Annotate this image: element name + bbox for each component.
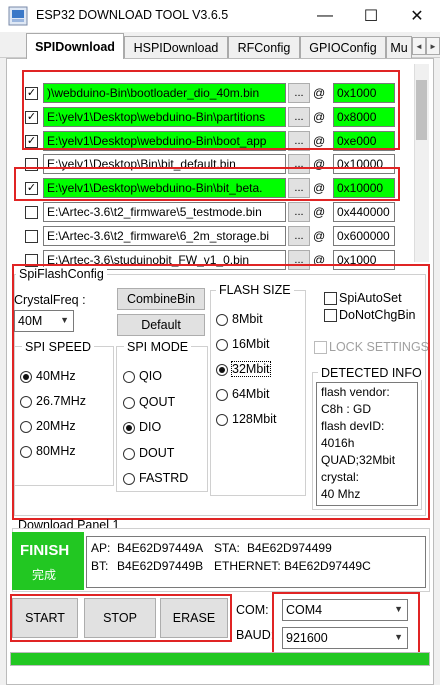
tab-more[interactable]: Mu	[386, 36, 412, 58]
tab-gpioconfig[interactable]: GPIOConfig	[300, 36, 386, 58]
file-checkbox[interactable]	[25, 230, 38, 243]
file-list-scroll-thumb[interactable]	[416, 80, 427, 140]
file-path-input[interactable]: E:\Artec-3.6\t2_firmware\6_2m_storage.bi	[43, 226, 286, 246]
address-input[interactable]: 0x440000	[333, 202, 395, 222]
address-input[interactable]: 0x600000	[333, 226, 395, 246]
ap-label: AP:	[91, 541, 111, 555]
minimize-button[interactable]: —	[302, 0, 348, 32]
close-button[interactable]: ✕	[394, 0, 440, 32]
sta-label: STA:	[214, 541, 240, 555]
tab-rfconfig[interactable]: RFConfig	[228, 36, 300, 58]
highlight-box-files	[22, 70, 400, 150]
ethernet-value: B4E62D97449C	[284, 559, 371, 573]
window-title: ESP32 DOWNLOAD TOOL V3.6.5	[36, 8, 229, 22]
status-subtext: 完成	[32, 568, 57, 582]
progress-fill	[11, 653, 429, 665]
progress-bar	[10, 652, 430, 666]
maximize-button[interactable]: ☐	[348, 0, 394, 32]
bt-label: BT:	[91, 559, 109, 573]
sta-value: B4E62D974499	[247, 541, 332, 555]
highlight-box-config	[12, 264, 430, 520]
tab-spidownload[interactable]: SPIDownload	[26, 33, 124, 59]
file-checkbox[interactable]	[25, 206, 38, 219]
browse-button[interactable]: ...	[288, 226, 310, 246]
baud-label: BAUD:	[236, 628, 275, 642]
ap-value: B4E62D97449A	[117, 541, 204, 555]
tab-scroll-right-icon[interactable]: ►	[426, 37, 440, 55]
maximize-icon: ☐	[363, 8, 379, 25]
bt-value: B4E62D97449B	[117, 559, 204, 573]
highlight-box-bit-beta	[14, 167, 400, 201]
tab-hspidownload[interactable]: HSPIDownload	[124, 36, 228, 58]
close-icon: ✕	[410, 8, 424, 25]
status-badge: FINISH 完成	[12, 532, 84, 590]
minimize-icon: —	[317, 7, 333, 24]
status-text: FINISH	[20, 542, 70, 559]
highlight-box-actions	[10, 594, 232, 642]
at-label: @	[313, 229, 326, 243]
highlight-box-port	[272, 592, 420, 654]
at-label: @	[313, 205, 326, 219]
com-label: COM:	[236, 603, 269, 617]
browse-button[interactable]: ...	[288, 202, 310, 222]
app-icon	[8, 6, 28, 26]
tab-scroll-left-icon[interactable]: ◄	[412, 37, 426, 55]
file-path-input[interactable]: E:\Artec-3.6\t2_firmware\5_testmode.bin	[43, 202, 286, 222]
ethernet-label: ETHERNET:	[214, 559, 281, 573]
